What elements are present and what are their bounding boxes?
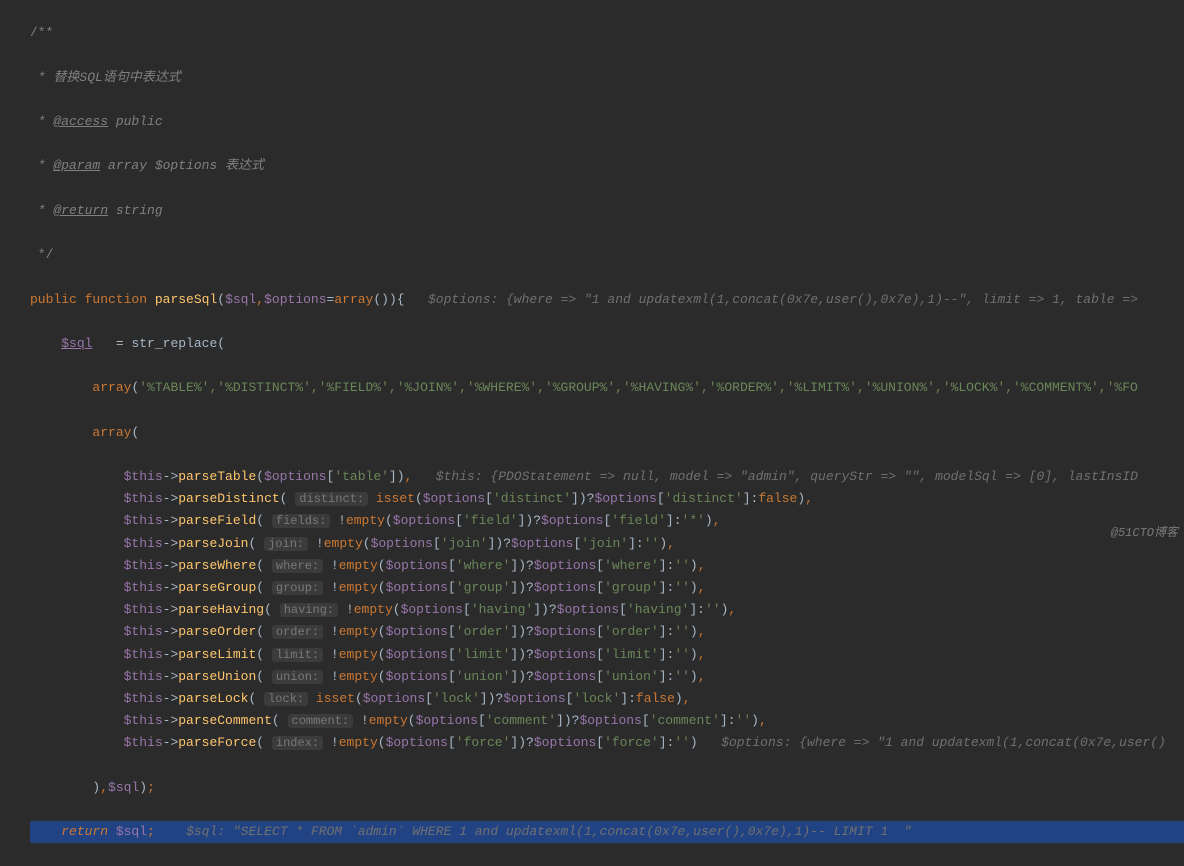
doc-comment-close: */ <box>30 244 1184 266</box>
param-inlay: index: <box>272 736 323 750</box>
code-line: ),$sql); <box>30 777 1184 799</box>
param-inlay: where: <box>272 559 323 573</box>
param-inlay: distinct: <box>295 492 368 506</box>
code-editor[interactable]: /** * 替换SQL语句中表达式 * @access public * @pa… <box>0 0 1184 866</box>
doc-comment-open: /** <box>30 22 1184 44</box>
param-inlay: having: <box>280 603 338 617</box>
code-line: $this->parseForce( index: !empty($option… <box>30 732 1184 754</box>
doc-comment-line: * 替换SQL语句中表达式 <box>30 67 1184 89</box>
function-signature: public function parseSql($sql,$options=a… <box>30 289 1184 311</box>
inline-hint: $this: {PDOStatement => null, model => "… <box>436 469 1138 484</box>
param-inlay: join: <box>264 537 308 551</box>
highlighted-exec-line: return $sql; $sql: "SELECT * FROM `admin… <box>30 821 1184 843</box>
code-line: array( <box>30 422 1184 444</box>
param-inlay: order: <box>272 625 323 639</box>
param-inlay: group: <box>272 581 323 595</box>
code-line: $this->parseHaving( having: !empty($opti… <box>30 599 1184 621</box>
code-line: $this->parseTable($options['table']), $t… <box>30 466 1184 488</box>
code-line: $this->parseGroup( group: !empty($option… <box>30 577 1184 599</box>
inline-hint: $sql: "SELECT * FROM `admin` WHERE 1 and… <box>186 824 912 839</box>
watermark: @51CTO博客 <box>1111 522 1178 544</box>
code-line: $this->parseUnion( union: !empty($option… <box>30 666 1184 688</box>
code-line: $this->parseComment( comment: !empty($op… <box>30 710 1184 732</box>
code-line: $sql = str_replace( <box>30 333 1184 355</box>
doc-comment-line: * @return string <box>30 200 1184 222</box>
inline-hint: $options: {where => "1 and updatexml(1,c… <box>721 735 1166 750</box>
code-line: $this->parseJoin( join: !empty($options[… <box>30 533 1184 555</box>
code-line: $this->parseDistinct( distinct: isset($o… <box>30 488 1184 510</box>
param-inlay: limit: <box>272 648 323 662</box>
code-line: $this->parseLimit( limit: !empty($option… <box>30 644 1184 666</box>
inline-hint: $options: {where => "1 and updatexml(1,c… <box>428 292 1138 307</box>
code-line: $this->parseField( fields: !empty($optio… <box>30 510 1184 532</box>
code-line: array('%TABLE%','%DISTINCT%','%FIELD%','… <box>30 377 1184 399</box>
param-inlay: union: <box>272 670 323 684</box>
code-line: $this->parseWhere( where: !empty($option… <box>30 555 1184 577</box>
code-line: $this->parseOrder( order: !empty($option… <box>30 621 1184 643</box>
doc-comment-line: * @param array $options 表达式 <box>30 155 1184 177</box>
doc-comment-line: * @access public <box>30 111 1184 133</box>
param-inlay: fields: <box>272 514 330 528</box>
param-inlay: comment: <box>288 714 354 728</box>
param-inlay: lock: <box>264 692 308 706</box>
code-line: $this->parseLock( lock: isset($options['… <box>30 688 1184 710</box>
